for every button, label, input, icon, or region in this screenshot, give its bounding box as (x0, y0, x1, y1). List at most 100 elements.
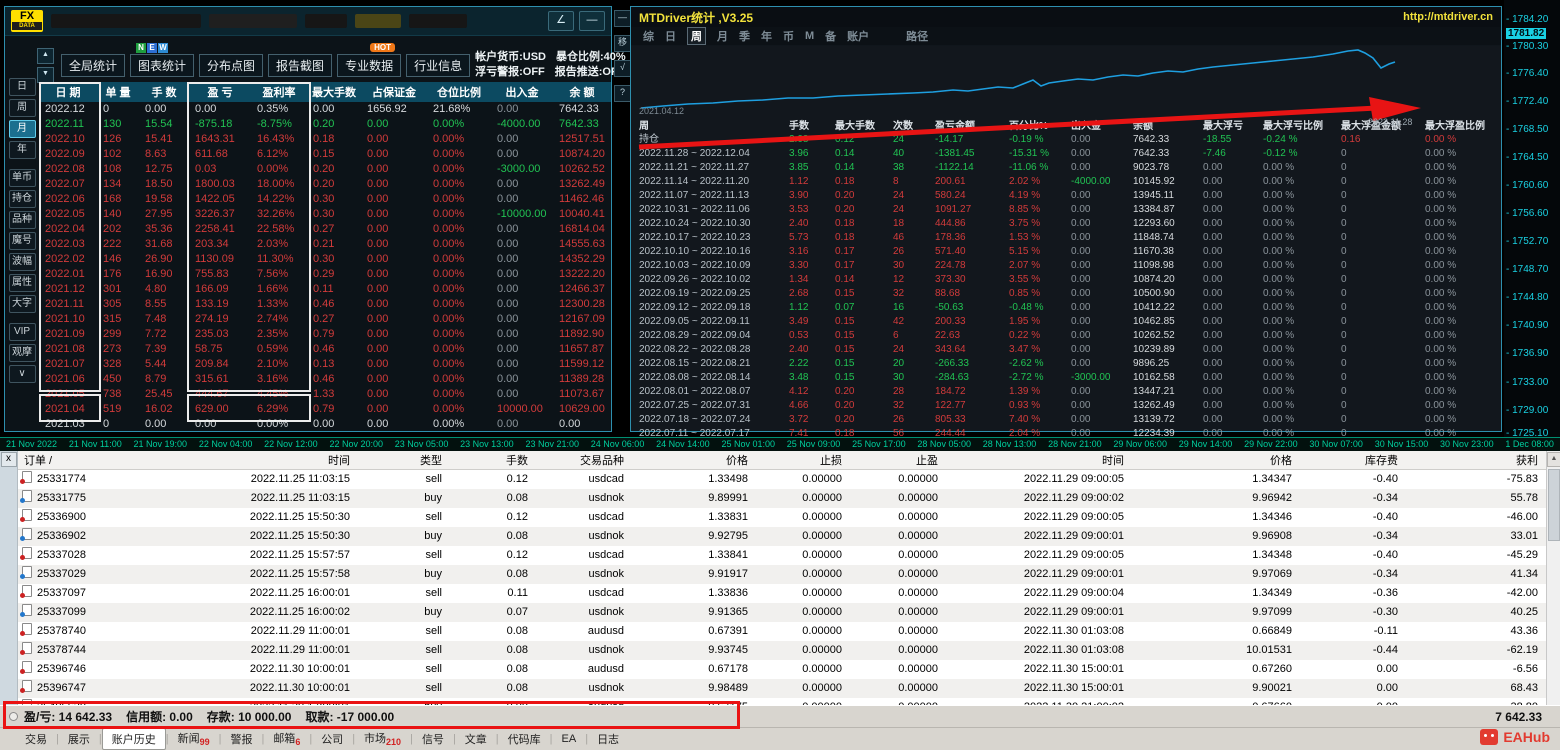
check-icon[interactable]: √ (614, 60, 631, 77)
mtdriver-tab-path[interactable]: 路径 (906, 28, 928, 44)
cell: 1.12 (785, 301, 831, 315)
sidebar-item-观摩[interactable]: 观摩 (9, 344, 36, 362)
close-icon[interactable]: x (1, 452, 17, 467)
tab-邮箱[interactable]: 邮箱6 (264, 728, 309, 749)
history-row[interactable]: 253370972022.11.25 16:00:01sell0.11usdca… (18, 584, 1546, 603)
tab-展示[interactable]: 展示 (59, 729, 99, 749)
sidebar-item-日[interactable]: 日 (9, 78, 36, 96)
tab-行业信息[interactable]: 行业信息 (406, 54, 470, 77)
tab-文章[interactable]: 文章 (456, 729, 496, 749)
history-row[interactable]: 253967472022.11.30 10:00:01sell0.08usdno… (18, 679, 1546, 698)
time-tick-label: 30 Nov 23:00 (1440, 439, 1494, 451)
cell: 持仓 (635, 133, 785, 147)
sidebar-item-年[interactable]: 年 (9, 141, 36, 159)
tab-日志[interactable]: 日志 (588, 729, 628, 749)
history-col-header[interactable]: 时间 (158, 451, 358, 470)
help-icon[interactable]: ? (614, 85, 631, 102)
history-col-header[interactable]: 手数 (450, 451, 536, 470)
tab-专业数据[interactable]: 专业数据HOT (337, 54, 401, 77)
tab-代码库[interactable]: 代码库 (499, 729, 550, 749)
mtdriver-tab-综[interactable]: 综 (643, 28, 654, 44)
tab-EA[interactable]: EA (553, 731, 586, 747)
sidebar-item-属性[interactable]: 属性 (9, 274, 36, 292)
history-row[interactable]: 253317752022.11.25 11:03:15buy0.08usdnok… (18, 489, 1546, 508)
tab-公司[interactable]: 公司 (312, 729, 352, 749)
minimize-strip-icon[interactable]: — (614, 10, 631, 27)
history-col-header[interactable]: 获利 (1406, 451, 1546, 470)
history-col-header[interactable]: 库存费 (1300, 451, 1406, 470)
sidebar-item-VIP[interactable]: VIP (9, 323, 36, 341)
cell: 0.00000 (756, 527, 850, 546)
cell: 0.00 (491, 372, 553, 387)
sidebar-item-单币[interactable]: 单币 (9, 169, 36, 187)
history-row[interactable]: 253370992022.11.25 16:00:02buy0.07usdnok… (18, 603, 1546, 622)
sidebar-item-周[interactable]: 周 (9, 99, 36, 117)
mtdriver-tab-日[interactable]: 日 (665, 28, 676, 44)
mtdriver-tab-M[interactable]: M (805, 30, 814, 42)
scroll-up-icon[interactable]: ▲ (1547, 452, 1560, 467)
tab-警报[interactable]: 警报 (221, 729, 261, 749)
history-row[interactable]: 253967462022.11.30 10:00:01sell0.08audus… (18, 660, 1546, 679)
cell: 0 (1337, 259, 1421, 273)
scroll-up-icon[interactable]: ▲ (37, 48, 54, 64)
tab-账户历史[interactable]: 账户历史 (102, 728, 166, 750)
fxdata-logo-icon: FX DATA (11, 10, 43, 32)
mtdriver-tab-月[interactable]: 月 (717, 28, 728, 44)
sidebar-item-月[interactable]: 月 (9, 120, 36, 138)
cell: sell (358, 641, 450, 660)
history-col-header[interactable]: 时间 (946, 451, 1132, 470)
sidebar-item-波幅[interactable]: 波幅 (9, 253, 36, 271)
tab-市场[interactable]: 市场210 (355, 728, 410, 749)
history-col-header[interactable]: 止盈 (850, 451, 946, 470)
history-col-header[interactable]: 止损 (756, 451, 850, 470)
history-row[interactable]: 253369002022.11.25 15:50:30sell0.12usdca… (18, 508, 1546, 527)
tab-交易[interactable]: 交易 (16, 729, 56, 749)
history-row[interactable]: 253370292022.11.25 15:57:58buy0.08usdnok… (18, 565, 1546, 584)
cell: 0.00 % (1259, 273, 1337, 287)
scroll-down-icon[interactable]: ▼ (37, 67, 54, 83)
tab-全局统计[interactable]: 全局统计 (61, 54, 125, 77)
history-row[interactable]: 253370282022.11.25 15:57:57sell0.12usdca… (18, 546, 1546, 565)
mtdriver-tab-备[interactable]: 备 (825, 28, 836, 44)
mtdriver-tab-季[interactable]: 季 (739, 28, 750, 44)
sidebar-item-品种[interactable]: 品种 (9, 211, 36, 229)
history-col-header[interactable]: 价格 (632, 451, 756, 470)
tab-信号[interactable]: 信号 (413, 729, 453, 749)
cell: usdnok (536, 489, 632, 508)
history-col-header[interactable]: 类型 (358, 451, 450, 470)
cell: 0.00 (491, 327, 553, 342)
history-col-header[interactable]: 价格 (1132, 451, 1300, 470)
cell: 13447.21 (1129, 385, 1199, 399)
history-row[interactable]: 253787442022.11.29 11:00:01sell0.08usdno… (18, 641, 1546, 660)
sidebar-item-持仓[interactable]: 持仓 (9, 190, 36, 208)
angle-tool-button[interactable]: ∠ (548, 11, 574, 31)
mtdriver-tab-年[interactable]: 年 (761, 28, 772, 44)
history-col-header[interactable]: 订单 / (18, 451, 158, 470)
mtdriver-tab-币[interactable]: 币 (783, 28, 794, 44)
cell: 2022.10.10 ~ 2022.10.16 (635, 245, 785, 259)
mtdriver-url[interactable]: http://mtdriver.cn (1403, 11, 1493, 23)
pan-icon[interactable]: 移 (614, 35, 631, 52)
history-row[interactable]: 253317742022.11.25 11:03:15sell0.12usdca… (18, 470, 1546, 490)
history-row[interactable]: 254056382022.11.30 17:00:01buy0.08audusd… (18, 698, 1546, 705)
minimize-button[interactable]: — (579, 11, 605, 31)
weekly-row: 2022.09.12 ~ 2022.09.181.120.0716-50.63-… (635, 301, 1495, 315)
tab-分布点图[interactable]: 分布点图 (199, 54, 263, 77)
price-tick: - 1744.80 (1506, 292, 1548, 303)
sidebar-item-∨[interactable]: ∨ (9, 365, 36, 383)
tab-图表统计[interactable]: 图表统计NEW (130, 54, 194, 77)
tab-报告截图[interactable]: 报告截图 (268, 54, 332, 77)
history-row[interactable]: 253787402022.11.29 11:00:01sell0.08audus… (18, 622, 1546, 641)
tab-新闻[interactable]: 新闻99 (169, 728, 219, 749)
cell: 0.14 (831, 147, 889, 161)
cell: 2.08 (785, 133, 831, 147)
cell: 0.00% (427, 402, 491, 417)
sidebar-item-大字[interactable]: 大字 (9, 295, 36, 313)
sidebar-item-魔号[interactable]: 魔号 (9, 232, 36, 250)
history-row[interactable]: 253369022022.11.25 15:50:30buy0.08usdnok… (18, 527, 1546, 546)
mtdriver-tab-账户[interactable]: 账户 (847, 28, 869, 44)
scrollbar-thumb[interactable] (1548, 469, 1560, 541)
history-scrollbar[interactable]: ▲ (1546, 451, 1560, 705)
history-col-header[interactable]: 交易品种 (536, 451, 632, 470)
mtdriver-tab-周[interactable]: 周 (687, 27, 706, 45)
